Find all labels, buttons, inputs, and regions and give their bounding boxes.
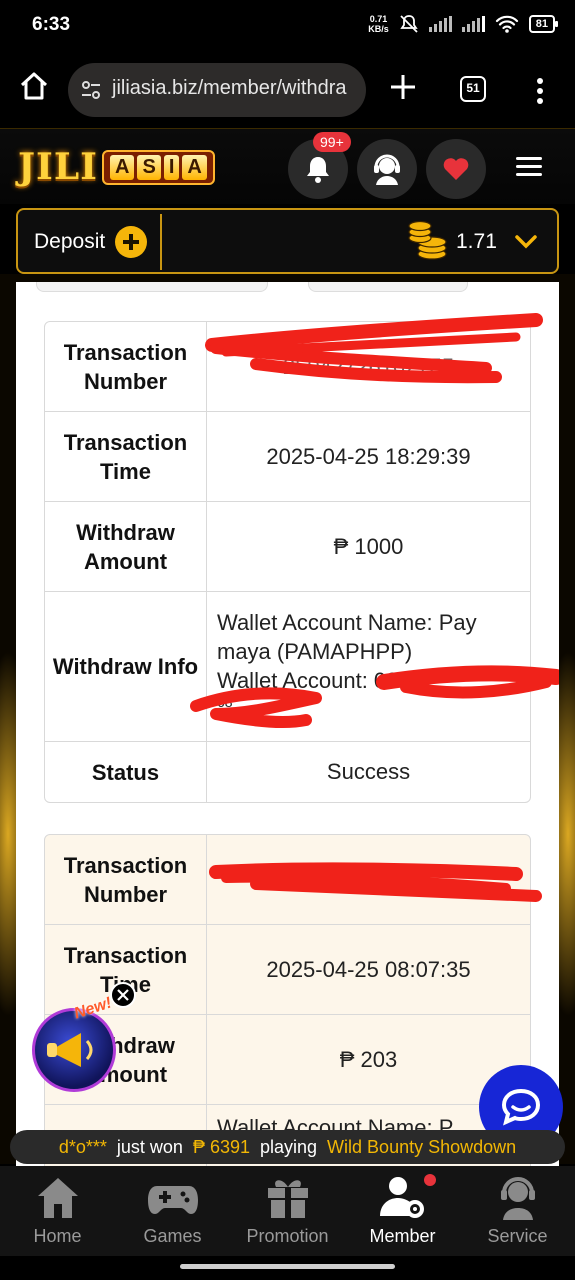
nav-games[interactable]: Games (115, 1174, 230, 1247)
nav-label: Member (369, 1226, 436, 1246)
status-time: 6:33 (32, 14, 71, 35)
home-icon[interactable] (18, 70, 50, 102)
wallet-account-suffix: 68 (217, 694, 233, 710)
status-bar: 6:33 0.71 KB/s 81 (0, 0, 575, 52)
customer-support-button[interactable] (357, 139, 417, 199)
withdraw-record: Transaction Number 25042726102755 Transa… (44, 321, 531, 803)
withdraw-info-value: Wallet Account Name: Pay maya (PAMAPHPP)… (207, 592, 530, 741)
bottom-navigation: Home Games Promotion Member Service (0, 1166, 575, 1256)
notification-badge: 99+ (313, 132, 351, 152)
chevron-down-icon[interactable] (514, 234, 538, 250)
nav-home[interactable]: Home (0, 1174, 115, 1247)
row-label: Transaction Time (45, 412, 207, 501)
nav-label: Home (33, 1226, 82, 1246)
wifi-icon (495, 15, 518, 33)
nav-member[interactable]: Member (345, 1174, 460, 1247)
chat-bubble-icon (501, 1088, 541, 1126)
table-row: Transaction Number 25042726102755 (45, 322, 530, 412)
nav-service[interactable]: Service (460, 1174, 575, 1247)
more-menu-icon[interactable] (532, 76, 548, 106)
gift-icon (267, 1180, 308, 1218)
logo-letter: A (110, 154, 135, 180)
balance-amount: 1.71 (456, 230, 497, 253)
transaction-time-value: 2025-04-25 08:07:35 (266, 956, 471, 982)
wallet-account: Wallet Account: 09 (217, 668, 399, 693)
nav-label: Service (487, 1226, 548, 1246)
transaction-number-value: 25042726102755 (282, 353, 455, 379)
member-notification-dot (424, 1174, 436, 1186)
nav-promotion[interactable]: Promotion (230, 1174, 345, 1247)
hamburger-menu-icon[interactable] (516, 157, 542, 177)
logo-letter: S (137, 154, 161, 180)
coins-icon (408, 220, 447, 260)
gesture-bar[interactable] (180, 1264, 395, 1269)
logo-text-jili: JILI (18, 146, 99, 188)
status-value: Success (326, 759, 411, 784)
bell-muted-icon (400, 15, 418, 33)
transaction-number-value (207, 835, 530, 924)
row-label: Status (45, 742, 207, 802)
table-row: Withdraw Amount ₱ 203 (45, 1015, 530, 1105)
url-text[interactable]: jiliasia.biz/member/withdra (112, 77, 347, 100)
ticker-amount: ₱ 6391 (192, 1136, 250, 1157)
support-agent-icon (374, 154, 400, 185)
site-settings-icon[interactable] (80, 79, 102, 101)
browser-toolbar: jiliasia.biz/member/withdra 51 (0, 52, 575, 128)
table-row: Withdraw Amount ₱ 1000 (45, 502, 530, 592)
promo-floating-button[interactable] (32, 1008, 116, 1092)
close-icon[interactable] (110, 982, 136, 1008)
row-label: Transaction Number (45, 835, 207, 924)
ticker-text: playing (260, 1136, 318, 1157)
row-label: Withdraw Info (45, 592, 207, 741)
ticker-text: just won (116, 1136, 183, 1157)
status-icons: 0.71 KB/s 81 (368, 14, 559, 34)
tab-switcher-button[interactable]: 51 (460, 76, 486, 102)
logo-letter: I (163, 154, 180, 180)
deposit-label[interactable]: Deposit (34, 230, 105, 254)
cell-signal-icon (428, 16, 452, 32)
nav-label: Games (143, 1226, 202, 1246)
table-row: Transaction Time 2025-04-25 18:29:39 (45, 412, 530, 502)
support-icon (500, 1177, 535, 1220)
win-ticker: d*o*** just won ₱ 6391 playing Wild Boun… (10, 1130, 565, 1164)
deposit-plus-icon[interactable] (115, 226, 147, 258)
bell-icon (307, 157, 329, 183)
filter-tab-right[interactable] (308, 282, 468, 292)
nav-label: Promotion (246, 1226, 329, 1246)
site-header: JILI A S I A (0, 128, 575, 204)
member-icon (379, 1177, 424, 1218)
transaction-time-value: 2025-04-25 18:29:39 (266, 443, 471, 469)
logo-letter: A (182, 154, 207, 180)
row-label: Withdraw Amount (45, 502, 207, 591)
table-row: Transaction Number (45, 835, 530, 925)
balance-bar: Deposit 1.71 (16, 208, 559, 274)
filter-tab-left[interactable] (36, 282, 268, 292)
withdraw-amount-value: ₱ 1000 (333, 533, 404, 559)
cell-signal-2-icon (461, 16, 485, 32)
ticker-user: d*o*** (58, 1136, 107, 1157)
heart-icon (443, 158, 469, 180)
site-logo[interactable]: JILI A S I A (18, 139, 215, 195)
favorites-button[interactable] (426, 139, 486, 199)
wallet-account-name: Wallet Account Name: Pay maya (PAMAPHPP) (217, 610, 477, 664)
network-speed: 0.71 KB/s (368, 14, 389, 34)
net-speed-unit: KB/s (368, 24, 389, 34)
table-row: Withdraw Info Wallet Account Name: Pay m… (45, 592, 530, 742)
new-tab-icon[interactable] (388, 72, 418, 102)
net-speed-value: 0.71 (369, 14, 388, 24)
table-row: Status Success (45, 742, 530, 802)
ticker-game[interactable]: Wild Bounty Showdown (327, 1137, 516, 1158)
row-label: Transaction Number (45, 322, 207, 411)
address-bar[interactable]: jiliasia.biz/member/withdra (68, 63, 366, 117)
home-icon (37, 1178, 78, 1218)
logo-text-asia: A S I A (102, 149, 215, 185)
megaphone-icon (47, 1033, 93, 1067)
battery-indicator: 81 (528, 15, 559, 33)
divider (160, 214, 162, 270)
gamepad-icon (147, 1186, 198, 1214)
